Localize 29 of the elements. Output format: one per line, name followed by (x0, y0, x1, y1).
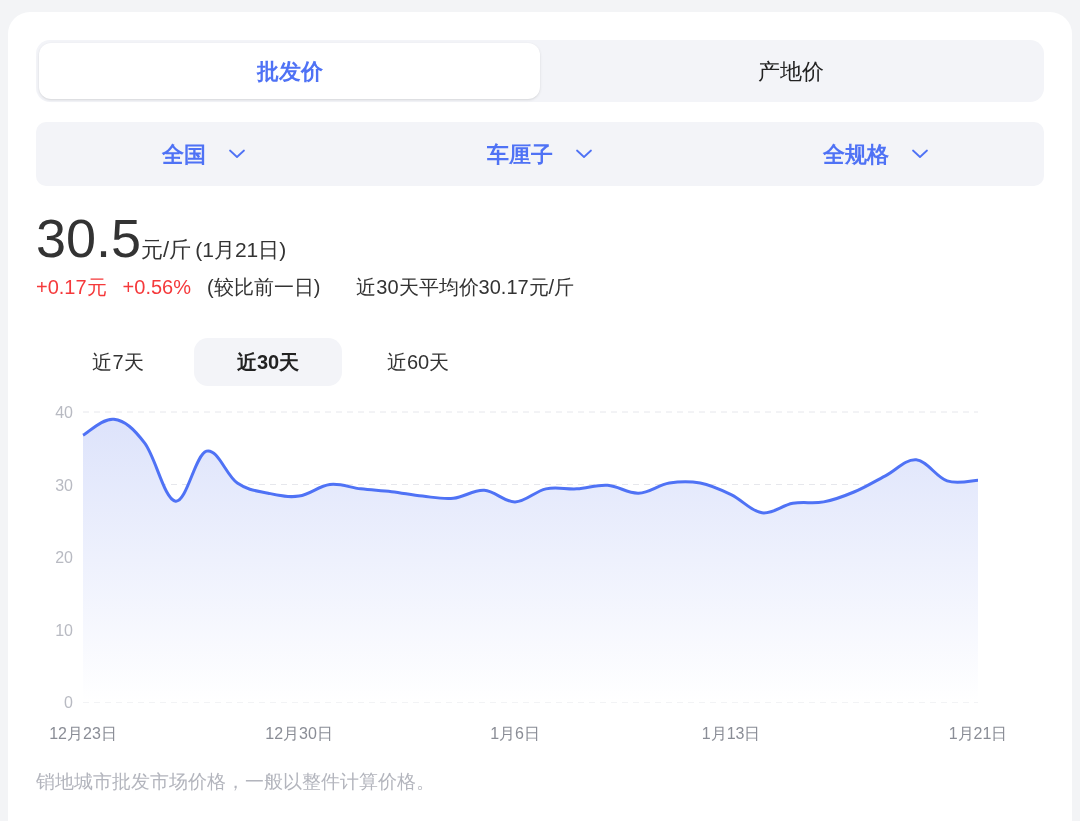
footnote: 销地城市批发市场价格，一般以整件计算价格。 (36, 770, 436, 794)
price-value: 30.5 (36, 208, 142, 268)
y-axis-label: 10 (55, 621, 73, 639)
average-price: 近30天平均价30.17元/斤 (356, 275, 575, 300)
x-axis-label: 1月13日 (701, 725, 761, 742)
x-axis-label: 12月23日 (49, 725, 117, 742)
y-axis-label: 20 (55, 549, 73, 566)
y-axis-label: 30 (55, 476, 73, 494)
filter-dropdown[interactable]: 全国 (36, 137, 372, 171)
y-axis-label: 0 (64, 694, 73, 711)
price-tab[interactable]: 批发价 (39, 43, 540, 99)
filter-dropdown[interactable]: 车厘子 (372, 137, 708, 171)
price-tab[interactable]: 产地价 (540, 43, 1041, 99)
chevron-down-icon (228, 149, 246, 159)
price-date: (1月21日) (195, 237, 287, 263)
x-axis-label: 12月30日 (265, 725, 333, 742)
change-amount: +0.17元 (36, 275, 107, 300)
chevron-down-icon (911, 149, 929, 159)
x-axis-label: 1月6日 (490, 725, 540, 742)
change-percent: +0.56% (122, 275, 191, 300)
chevron-down-icon (575, 149, 593, 159)
price-unit: 元/斤 (141, 236, 192, 264)
range-tab[interactable]: 近30天 (194, 338, 342, 386)
range-tab[interactable]: 近60天 (344, 338, 492, 386)
y-axis-label: 40 (55, 404, 73, 421)
change-note: (较比前一日) (207, 275, 321, 300)
filter-dropdown[interactable]: 全规格 (708, 137, 1044, 171)
range-tab[interactable]: 近7天 (44, 338, 192, 386)
x-axis-label: 1月21日 (948, 725, 1008, 742)
